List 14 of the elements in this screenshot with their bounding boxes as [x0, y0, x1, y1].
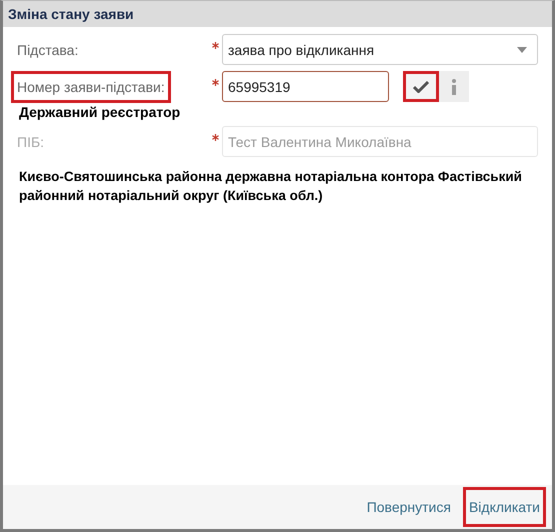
caret-icon: [517, 46, 527, 52]
checkmark-icon: [413, 80, 429, 92]
info-icon: [451, 78, 457, 94]
input-field[interactable]: 65995319: [222, 71, 389, 102]
check-button[interactable]: [403, 71, 439, 102]
dropdown-field[interactable]: заява про відкликання: [222, 34, 538, 65]
footer-button[interactable]: Повернутися: [360, 487, 457, 527]
section-heading: Державний реєстратор: [19, 104, 182, 120]
field-label: ПІБ:: [16, 132, 46, 152]
footer-button[interactable]: Відкликати: [462, 487, 546, 527]
window-title: Зміна стану заяви: [8, 6, 134, 22]
field-label: Підстава:: [16, 40, 80, 60]
field-label: Номер заяви-підстави:: [11, 70, 171, 102]
office-name: Києво-Святошинська районна державна нотаріальна контора Фастівський районний нотаріальний округ (Київська обл.): [19, 168, 523, 205]
